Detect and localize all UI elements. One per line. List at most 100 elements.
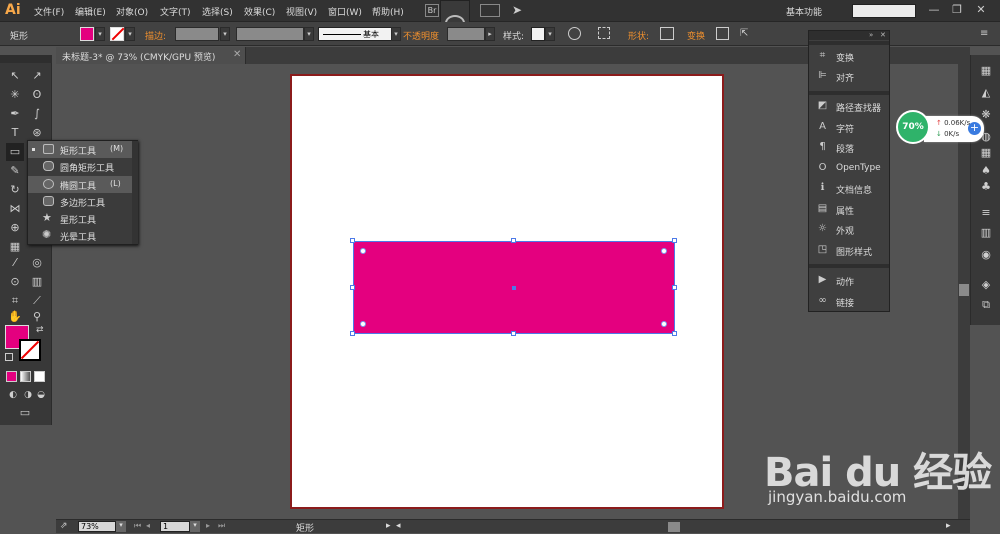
menu-select[interactable]: 选择(S) — [202, 5, 233, 18]
restore-button[interactable]: ❐ — [946, 2, 968, 18]
close-window-button[interactable]: ✕ — [970, 2, 992, 18]
share-icon[interactable]: ⇗ — [60, 521, 72, 531]
direct-selection-tool-icon[interactable]: ↗ — [28, 67, 46, 85]
last-artboard-button[interactable]: ⏭ — [218, 521, 225, 531]
transform-icon[interactable] — [716, 27, 729, 40]
stroke-color-box[interactable] — [19, 339, 41, 361]
vertical-scroll-thumb[interactable] — [959, 284, 969, 296]
bbox-handle-br[interactable] — [672, 331, 677, 336]
panel-align[interactable]: ⊫ 对齐 — [809, 67, 889, 85]
scroll-left-icon[interactable]: ◂ — [396, 521, 401, 531]
bbox-handle-bl[interactable] — [350, 331, 355, 336]
swap-colors-icon[interactable]: ⇄ — [36, 325, 44, 335]
align-to-icon[interactable] — [598, 27, 610, 39]
minimize-button[interactable]: — — [923, 2, 945, 18]
next-artboard-button[interactable]: ▸ — [206, 521, 210, 530]
align-icon[interactable] — [660, 27, 674, 40]
selection-tool-icon[interactable]: ↖ — [6, 67, 24, 85]
opacity-label[interactable]: 不透明度 — [403, 29, 439, 42]
default-colors-icon[interactable] — [5, 353, 13, 361]
isolate-icon[interactable]: ⇱ — [740, 28, 748, 39]
paintbrush-icon[interactable]: ✎ — [6, 162, 24, 180]
zoom-dropdown[interactable]: ▾ — [116, 521, 126, 532]
menu-view[interactable]: 视图(V) — [286, 5, 317, 18]
panel-menu-icon[interactable]: ≡ — [980, 28, 988, 39]
status-menu-icon[interactable]: ▸ — [386, 521, 391, 531]
layers-icon[interactable]: ◈ — [978, 277, 994, 293]
transform-label[interactable]: 变换 — [687, 29, 705, 42]
bbox-handle-ml[interactable] — [350, 285, 355, 290]
send-icon[interactable]: ➤ — [512, 3, 522, 17]
pen-tool-icon[interactable]: ✒ — [6, 105, 24, 123]
brushes-icon[interactable]: ♠ — [978, 163, 994, 179]
panel-actions[interactable]: ▶ 动作 — [809, 271, 889, 289]
bbox-handle-tc[interactable] — [511, 238, 516, 243]
fill-swatch[interactable] — [80, 27, 94, 41]
flyout-item-rectangle[interactable]: 矩形工具 (M) — [28, 141, 132, 158]
symbol-sprayer-icon[interactable]: ⊙ — [6, 273, 24, 291]
artboard-dropdown[interactable]: ▾ — [190, 521, 200, 532]
screen-mode-icon[interactable]: ▭ — [16, 404, 34, 422]
opacity-dropdown[interactable]: ▸ — [485, 27, 495, 41]
stroke-dropdown[interactable]: ▾ — [125, 27, 135, 41]
color-panel-icon[interactable]: ▦ — [978, 63, 994, 79]
search-input[interactable] — [852, 4, 916, 18]
collapse-icon[interactable]: » — [869, 31, 873, 39]
panel-appearance[interactable]: ☼ 外观 — [809, 220, 889, 238]
shape-builder-icon[interactable]: ⊕ — [6, 219, 24, 237]
transparency-panel-icon[interactable]: ◉ — [978, 247, 994, 263]
width-tool-icon[interactable]: ⋈ — [6, 200, 24, 218]
rectangle-tool-icon[interactable]: ▭ — [6, 143, 24, 161]
close-tab-icon[interactable]: ✕ — [233, 49, 241, 60]
menu-object[interactable]: 对象(O) — [116, 5, 148, 18]
stroke-label[interactable]: 描边: — [145, 29, 166, 42]
panel-attributes[interactable]: ▤ 属性 — [809, 200, 889, 218]
flyout-item-ellipse[interactable]: 椭圆工具 (L) — [28, 176, 132, 193]
panel-opentype[interactable]: O OpenType — [809, 159, 889, 177]
curvature-tool-icon[interactable]: ∫ — [28, 105, 46, 123]
workspace-switcher[interactable]: 基本功能 — [786, 5, 822, 18]
brush-definition[interactable]: 基本 — [318, 27, 392, 41]
type-tool-icon[interactable]: T — [6, 124, 24, 142]
bbox-handle-tr[interactable] — [672, 238, 677, 243]
scroll-right-icon[interactable]: ▸ — [946, 521, 951, 531]
menu-help[interactable]: 帮助(H) — [372, 5, 404, 18]
graphic-style-dropdown[interactable]: ▾ — [545, 27, 555, 41]
stroke-panel-icon[interactable]: ≡ — [978, 205, 994, 221]
blend-tool-icon[interactable]: ◎ — [28, 254, 46, 272]
eyedropper-icon[interactable]: ⁄ — [6, 254, 24, 272]
fill-dropdown[interactable]: ▾ — [95, 27, 105, 41]
color-guide-icon[interactable]: ◭ — [978, 85, 994, 101]
menu-edit[interactable]: 编辑(E) — [75, 5, 106, 18]
variable-width-profile[interactable] — [236, 27, 304, 41]
flyout-item-flare[interactable]: ✺ 光晕工具 — [28, 227, 132, 244]
panel-pathfinder[interactable]: ◩ 路径查找器 — [809, 97, 889, 115]
flyout-item-rounded-rectangle[interactable]: 圆角矩形工具 — [28, 158, 132, 175]
menu-effect[interactable]: 效果(C) — [244, 5, 275, 18]
bbox-handle-bc[interactable] — [511, 331, 516, 336]
live-corner-widget[interactable] — [661, 321, 667, 327]
stroke-weight-field[interactable] — [175, 27, 219, 41]
live-corner-widget[interactable] — [360, 321, 366, 327]
zoom-tool-icon[interactable]: ⚲ — [28, 308, 46, 326]
prev-artboard-button[interactable]: ◂ — [146, 521, 150, 530]
opacity-field[interactable] — [447, 27, 485, 41]
live-corner-widget[interactable] — [661, 248, 667, 254]
network-speed-widget[interactable]: ↑ 0.06K/s ↓ 0K/s + 70% — [896, 110, 986, 146]
close-panel-icon[interactable]: ✕ — [880, 31, 886, 39]
column-graph-icon[interactable]: ▥ — [28, 273, 46, 291]
memory-usage-circle[interactable]: 70% — [896, 110, 930, 144]
flyout-tearoff[interactable] — [132, 141, 138, 244]
horizontal-scroll-thumb[interactable] — [668, 522, 680, 532]
live-corner-widget[interactable] — [360, 248, 366, 254]
bbox-handle-tl[interactable] — [350, 238, 355, 243]
none-mode-icon[interactable] — [34, 371, 45, 382]
symbols-icon[interactable]: ♣ — [978, 179, 994, 195]
graphic-style-swatch[interactable] — [531, 27, 545, 41]
panel-character[interactable]: A 字符 — [809, 118, 889, 136]
gradient-mode-icon[interactable] — [20, 371, 31, 382]
bridge-button[interactable]: Br — [425, 4, 439, 17]
shape-label[interactable]: 形状: — [628, 29, 649, 42]
panel-document-info[interactable]: ℹ 文档信息 — [809, 179, 889, 197]
artboards-icon[interactable]: ⧉ — [978, 297, 994, 313]
